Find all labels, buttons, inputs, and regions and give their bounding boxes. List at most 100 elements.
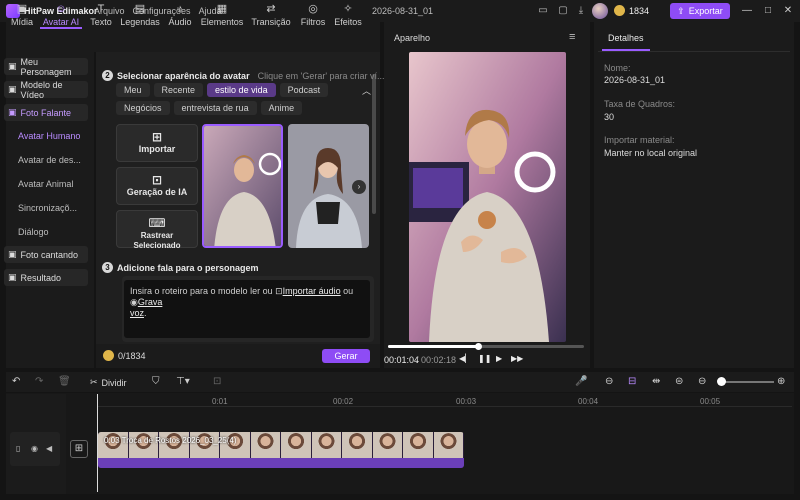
playhead[interactable] [97,394,98,492]
tab-captions[interactable]: ▤ Legendas [120,3,160,29]
tab-details[interactable]: Detalhes [602,31,650,51]
maximize-icon[interactable]: □ [761,4,775,18]
zoom-slider[interactable] [718,381,774,383]
tab-avatar-ai[interactable]: ☺ Avatar AI [40,3,82,29]
track-visibility-icon[interactable]: ◉ [31,444,38,453]
track-selected-button[interactable]: ⌨ Rastrear Selecionado [116,210,198,250]
singing-icon: ▣ [8,249,17,259]
tab-audio-label: Áudio [168,17,192,27]
sidebar-sub-human-avatar[interactable]: Avatar Humano [18,131,80,141]
redo-icon[interactable]: ↷ [35,376,43,387]
snap-icon[interactable]: ⇹ [652,376,660,387]
sidebar-item-my-character[interactable]: ▣ Meu Personagem [4,57,88,77]
close-icon[interactable]: ✕ [781,4,795,18]
clip-frame [342,432,373,458]
play-icon[interactable]: ▶ [496,354,502,363]
detail-framerate-label: Taxa de Quadros: [604,99,676,109]
sidebar-sub-dialogue[interactable]: Diálogo [18,227,49,237]
sidebar-item-singing-photo[interactable]: ▣ Foto cantando [4,246,88,263]
avatar-man-image [204,126,281,246]
tab-effects[interactable]: ✧ Efeitos [332,3,364,29]
next-chevron-icon[interactable]: › [352,180,366,194]
chip-recent[interactable]: Recente [153,83,204,97]
feedback-icon[interactable]: ▢ [556,4,570,18]
video-frame-image [409,52,566,342]
chip-lifestyle[interactable]: estilo de vida [207,83,276,97]
track-mute-icon[interactable]: ◀ [46,444,52,453]
tab-elements[interactable]: ▦ Elementos [200,3,244,29]
project-title: 2026-08-31_01 [372,6,434,16]
chip-podcast[interactable]: Podcast [279,83,329,97]
detail-import-value: Manter no local original [604,148,698,158]
chip-business[interactable]: Negócios [116,101,170,115]
chip-street-interview[interactable]: entrevista de rua [173,101,257,115]
track-lock-icon[interactable]: ▯ [16,444,20,453]
import-button[interactable]: ⊞ Importar [116,124,198,162]
tab-captions-label: Legendas [120,17,160,27]
category-chips-row-2: Negócios entrevista de rua Anime [116,101,303,115]
sidebar-sub-sync[interactable]: Sincronizaçõ... [18,203,77,213]
pause-icon[interactable]: ❚❚ [478,354,491,363]
credits-count: 1834 [629,6,650,16]
download-icon[interactable]: ⤓ [574,4,588,18]
generate-button[interactable]: Gerar [322,349,370,363]
script-input[interactable]: Insira o roteiro para o modelo ler ou ⊡I… [124,280,370,338]
content-scrollbar[interactable] [372,74,376,214]
microphone-icon[interactable]: 🎤 [575,376,587,387]
sidebar-sub-cartoon-avatar[interactable]: Avatar de des... [18,155,81,165]
preview-title: Aparelho [394,33,431,43]
time-separator: / [416,355,419,365]
ai-generation-label: Geração de IA [126,187,188,197]
shield-icon[interactable]: ⛉ [152,376,160,387]
zoom-in-icon[interactable]: ⊕ [777,376,785,387]
step-back-icon[interactable]: ◀▏ [459,354,471,363]
avatar-ai-icon: ☺ [55,3,67,15]
sidebar-item-result[interactable]: ▣ Resultado [4,269,88,286]
step-2-header: 2 Selecionar aparência do avatar Clique … [102,70,385,81]
import-audio-link[interactable]: Importar áudio [283,286,341,296]
export-button[interactable]: ⇪ Exportar [670,3,730,19]
split-button[interactable]: ✂ Dividir [90,377,127,388]
ai-generation-button[interactable]: ⊡ Geração de IA [116,167,198,205]
delete-icon[interactable]: 🗑 [58,376,71,387]
record-voice-link-cont[interactable]: voz [130,308,144,318]
detail-name-label: Nome: [604,63,631,73]
layout-icon[interactable]: ▭ [536,4,550,18]
zoom-knob[interactable] [716,377,726,386]
tab-text-label: Texto [90,17,112,27]
media-icon: ▣ [16,3,28,15]
step-3-header: 3 Adicione fala para o personagem [102,262,259,273]
tab-audio[interactable]: ♪ Áudio [166,3,194,29]
result-icon: ▣ [8,272,17,282]
character-icon: ▣ [8,61,17,71]
sidebar-item-video-template[interactable]: ▣ Modelo de Vídeo [4,80,88,100]
tab-text[interactable]: T Texto [87,3,115,29]
user-avatar[interactable] [592,3,608,19]
sidebar-sub-animal-avatar[interactable]: Avatar Animal [18,179,73,189]
sidebar-item-talking-photo[interactable]: ▣ Foto Falante [4,104,88,121]
avatar-thumbnail-selected[interactable] [202,124,283,248]
chip-anime[interactable]: Anime [260,101,303,115]
chip-mine[interactable]: Meu [116,83,150,97]
fast-forward-icon[interactable]: ▶▶ [511,354,523,363]
crop-icon[interactable]: ⊡ [213,376,221,387]
text-tool-icon[interactable]: ⊤▾ [176,376,190,387]
text-icon: T [97,3,105,15]
preview-video[interactable] [409,52,566,342]
link-icon[interactable]: ⊖ [605,376,613,387]
tab-filters[interactable]: ◎ Filtros [297,3,329,29]
add-track-icon[interactable]: ⊞ [70,440,88,458]
record-voice-link[interactable]: Grava [138,297,163,307]
undo-icon[interactable]: ↶ [12,376,20,387]
zoom-out-icon[interactable]: ⊖ [698,376,706,387]
tab-transition[interactable]: ⇄ Transição [250,3,292,29]
preview-menu-icon[interactable]: ≡ [569,31,575,43]
collapse-chevron-icon[interactable]: ︿ [362,84,371,97]
playback-progress[interactable] [388,345,584,348]
magnet-icon[interactable]: ⊟ [628,376,636,387]
tab-media[interactable]: ▣ Mídia [8,3,36,29]
fit-icon[interactable]: ⊜ [675,376,683,387]
split-label: Dividir [101,377,127,388]
minimize-icon[interactable]: — [740,4,754,18]
tab-elements-label: Elementos [200,17,244,27]
